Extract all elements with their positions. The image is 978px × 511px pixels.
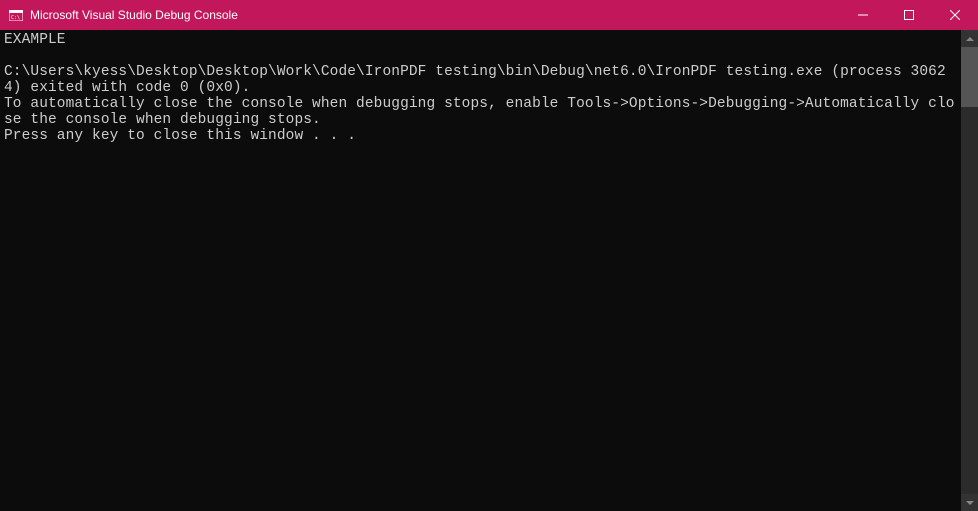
minimize-button[interactable] [840, 0, 886, 30]
titlebar[interactable]: C:\ Microsoft Visual Studio Debug Consol… [0, 0, 978, 30]
vertical-scrollbar[interactable] [961, 30, 978, 511]
console-output[interactable]: EXAMPLE C:\Users\kyess\Desktop\Desktop\W… [0, 30, 961, 511]
scroll-down-button[interactable] [961, 494, 978, 511]
scroll-thumb[interactable] [961, 47, 978, 107]
window-controls [840, 0, 978, 30]
close-button[interactable] [932, 0, 978, 30]
svg-text:C:\: C:\ [11, 15, 20, 21]
maximize-button[interactable] [886, 0, 932, 30]
console-wrapper: EXAMPLE C:\Users\kyess\Desktop\Desktop\W… [0, 30, 978, 511]
window-title: Microsoft Visual Studio Debug Console [30, 8, 840, 22]
scroll-up-button[interactable] [961, 30, 978, 47]
app-icon: C:\ [8, 8, 24, 22]
